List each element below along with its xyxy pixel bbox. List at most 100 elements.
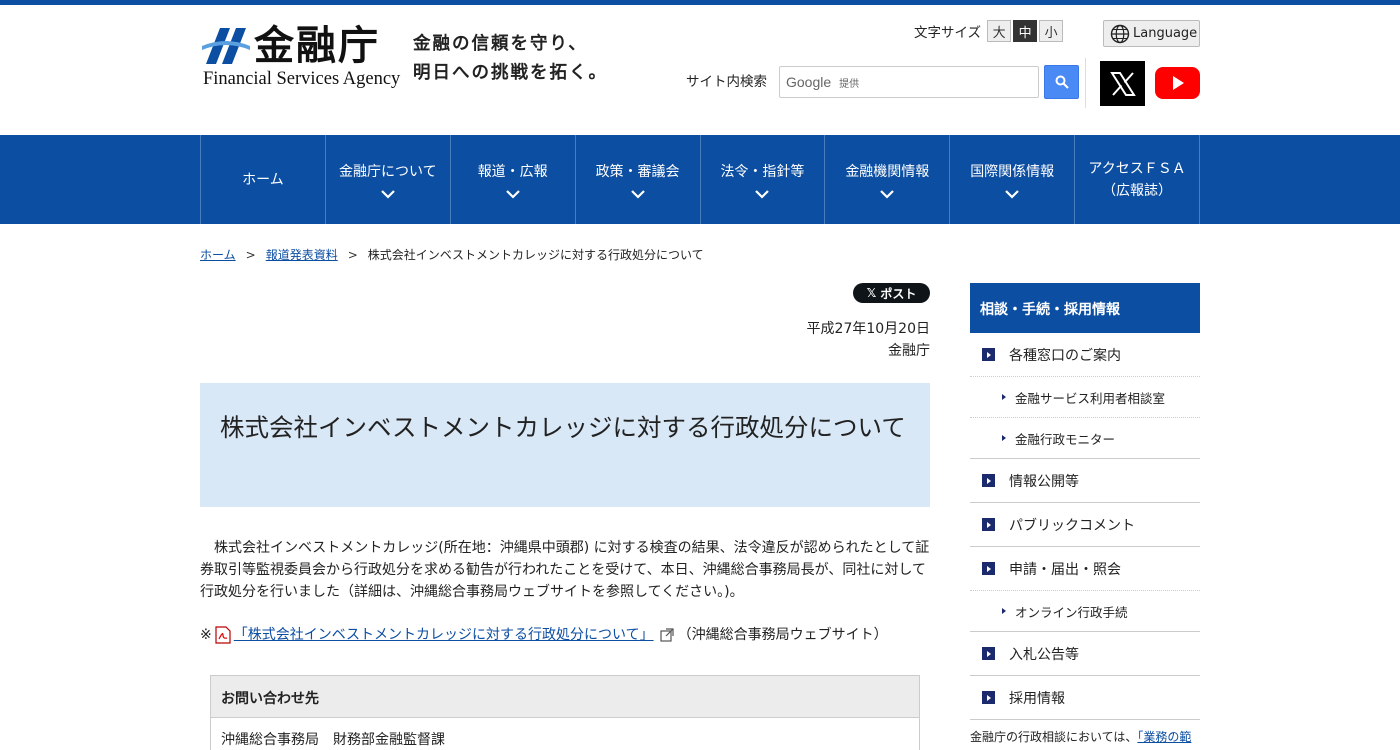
header-divider [1085, 58, 1086, 108]
sidebar-subitem-label: 金融行政モニター [1015, 431, 1116, 447]
body-paragraph: 株式会社インベストメントカレッジ(所在地：沖縄県中頭郡) に対する検査の結果、法… [200, 540, 930, 600]
nav-item-label: ホーム [242, 171, 284, 188]
search-input[interactable]: Google 提供 [779, 66, 1039, 98]
x-twitter-link[interactable] [1100, 61, 1145, 106]
slogan-line-1: 金融の信頼を守り、 [413, 34, 588, 54]
note-prefix: ※ [200, 627, 212, 643]
nav-item-label: アクセスＦＳＡ [1088, 160, 1186, 177]
nav-item-institutions[interactable]: 金融機関情報 [825, 135, 951, 224]
arrow-square-icon [982, 348, 995, 361]
chevron-down-icon [630, 189, 645, 199]
sidebar-footnote-link[interactable]: 「業務の範 [1137, 730, 1191, 744]
triangle-right-icon [1002, 435, 1006, 441]
google-branding-sub: 提供 [839, 78, 860, 90]
sidebar-item-label: 入札公告等 [1009, 646, 1079, 663]
sidebar-subitem-label: オンライン行政手続 [1015, 604, 1128, 620]
contact-box: お問い合わせ先 沖縄総合事務局 財務部金融監督課 [210, 675, 920, 750]
chevron-down-icon [880, 189, 895, 199]
breadcrumb-home-link[interactable]: ホーム [200, 246, 236, 263]
top-accent-bar [0, 0, 1400, 5]
nav-item-international[interactable]: 国際関係情報 [950, 135, 1076, 224]
triangle-right-icon [1002, 608, 1006, 614]
font-size-large-button[interactable]: 大 [987, 20, 1012, 42]
sidebar-subitem-label: 金融サービス利用者相談室 [1015, 390, 1166, 406]
arrow-square-icon [982, 562, 995, 575]
youtube-link[interactable] [1155, 67, 1200, 99]
breadcrumb-press-link[interactable]: 報道発表資料 [266, 246, 338, 263]
fsa-logo[interactable]: 金融庁 Financial Services Agency [200, 22, 400, 92]
sidebar-item-contact-windows[interactable]: 各種窓口のご案内 [970, 333, 1200, 377]
logo-english-text: Financial Services Agency [203, 69, 401, 89]
site-search-label: サイト内検索 [686, 74, 767, 90]
publication-date: 平成27年10月20日 [806, 321, 930, 337]
nav-item-label: 法令・指針等 [720, 163, 805, 180]
google-branding: Google [786, 74, 832, 90]
page-title-box: 株式会社インベストメントカレッジに対する行政処分について [200, 383, 930, 507]
nav-item-laws[interactable]: 法令・指針等 [701, 135, 826, 224]
logo-japanese-text: 金融庁 [254, 22, 380, 69]
fsa-logo-mark-icon [202, 28, 250, 64]
sidebar-item-label: パブリックコメント [1009, 517, 1135, 534]
sidebar-item-public-comment[interactable]: パブリックコメント [970, 503, 1200, 547]
sidebar-item-recruitment[interactable]: 採用情報 [970, 676, 1200, 720]
font-size-medium-button[interactable]: 中 [1013, 20, 1038, 42]
page-title: 株式会社インベストメントカレッジに対する行政処分について [220, 413, 906, 442]
slogan-line-2: 明日への挑戦を拓く。 [413, 63, 608, 83]
sidebar-footnote-text: 金融庁の行政相談においては、 [970, 730, 1138, 744]
nav-item-label-sub: （広報誌） [1102, 182, 1173, 199]
global-navigation-inner: ホーム 金融庁について 報道・広報 政策・審議会 法令・指針等 金融機関情報 国… [200, 135, 1200, 224]
language-label: Language [1133, 26, 1198, 41]
sidebar-item-label: 採用情報 [1009, 690, 1065, 707]
nav-item-label: 政策・審議会 [595, 163, 680, 180]
nav-item-label: 金融機関情報 [845, 163, 930, 180]
sidebar-item-label: 情報公開等 [1009, 473, 1079, 490]
font-size-label: 文字サイズ [914, 25, 982, 41]
arrow-square-icon [982, 647, 995, 660]
language-button[interactable]: Language [1103, 20, 1200, 47]
nav-item-label: 報道・広報 [477, 163, 548, 180]
search-button[interactable] [1044, 65, 1079, 99]
font-size-small-button[interactable]: 小 [1039, 20, 1064, 42]
sidebar-item-label: 申請・届出・照会 [1009, 561, 1121, 578]
arrow-square-icon [982, 518, 995, 531]
breadcrumb-current: 株式会社インベストメントカレッジに対する行政処分について [367, 248, 704, 262]
sidebar-item-disclosure[interactable]: 情報公開等 [970, 459, 1200, 503]
publication-info: 平成27年10月20日 金融庁 [807, 318, 930, 362]
external-link-icon [659, 628, 674, 642]
nav-item-home[interactable]: ホーム [201, 135, 326, 224]
global-navigation: ホーム 金融庁について 報道・広報 政策・審議会 法令・指針等 金融機関情報 国… [0, 135, 1400, 224]
font-size-control: 文字サイズ 大 中 小 [914, 20, 1064, 42]
sidebar-heading: 相談・手続・採用情報 [970, 283, 1200, 333]
nav-item-press[interactable]: 報道・広報 [451, 135, 576, 224]
chevron-down-icon [1005, 189, 1019, 199]
nav-item-label: 国際関係情報 [970, 163, 1055, 180]
sidebar-item-applications[interactable]: 申請・届出・照会 [970, 547, 1200, 591]
publisher: 金融庁 [888, 343, 930, 359]
nav-item-policy[interactable]: 政策・審議会 [576, 135, 701, 224]
x-logo-icon [1109, 71, 1136, 96]
contact-heading: お問い合わせ先 [211, 676, 919, 718]
sidebar-subitem-monitor[interactable]: 金融行政モニター [970, 418, 1200, 459]
nav-item-about[interactable]: 金融庁について [326, 135, 451, 224]
sidebar-subitem-online-procedures[interactable]: オンライン行政手続 [970, 591, 1200, 632]
youtube-play-icon [1172, 76, 1184, 90]
sidebar-subitem-consumer-desk[interactable]: 金融サービス利用者相談室 [970, 377, 1200, 418]
breadcrumb-separator: > [245, 247, 256, 262]
nav-item-label: 金融庁について [339, 163, 437, 180]
globe-icon [1110, 24, 1130, 43]
x-post-label: ポスト [880, 286, 917, 301]
pdf-icon [215, 626, 231, 644]
x-post-button[interactable]: 𝕏 ポスト [853, 283, 930, 303]
contact-body: 沖縄総合事務局 財務部金融監督課 [221, 732, 445, 748]
arrow-square-icon [982, 691, 995, 704]
breadcrumb: ホーム > 報道発表資料 > 株式会社インベストメントカレッジに対する行政処分に… [200, 246, 704, 263]
sidebar-list: 各種窓口のご案内 金融サービス利用者相談室 金融行政モニター 情報公開等 パブリ… [970, 333, 1200, 720]
external-pdf-link[interactable]: 「株式会社インベストメントカレッジに対する行政処分について」 [234, 624, 654, 646]
nav-item-access-fsa[interactable]: アクセスＦＳＡ （広報誌） [1075, 135, 1200, 224]
sidebar-footnote: 金融庁の行政相談においては、「業務の範 [970, 728, 1200, 746]
sidebar-item-bidding[interactable]: 入札公告等 [970, 632, 1200, 676]
chevron-down-icon [505, 189, 520, 199]
note-suffix: （沖縄総合事務局ウェブサイト） [677, 627, 888, 643]
slogan: 金融の信頼を守り、 明日への挑戦を拓く。 [413, 30, 608, 88]
chevron-down-icon [381, 189, 395, 199]
